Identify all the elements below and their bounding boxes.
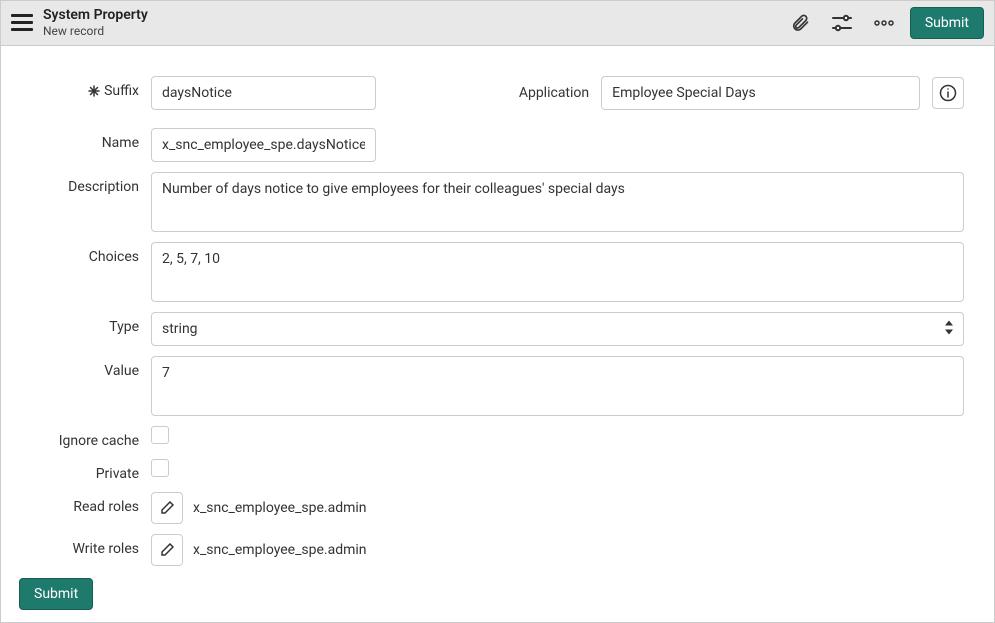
page-title: System Property — [43, 7, 148, 24]
info-icon[interactable] — [932, 77, 964, 109]
edit-read-roles-button[interactable] — [151, 492, 183, 524]
page-header: System Property New record Submit — [1, 1, 994, 46]
value-label: Value — [104, 363, 139, 379]
description-label: Description — [68, 179, 139, 195]
write-roles-label: Write roles — [72, 541, 139, 557]
ignore-cache-checkbox[interactable] — [151, 426, 169, 444]
value-input[interactable]: 7 — [151, 356, 964, 416]
attachment-icon[interactable] — [784, 7, 816, 39]
more-actions-icon[interactable] — [868, 7, 900, 39]
choices-input[interactable]: 2, 5, 7, 10 — [151, 242, 964, 302]
required-icon — [88, 85, 100, 97]
title-block: System Property New record — [43, 7, 148, 38]
submit-button-footer[interactable]: Submit — [19, 578, 93, 610]
description-input[interactable]: Number of days notice to give employees … — [151, 172, 964, 232]
edit-write-roles-button[interactable] — [151, 534, 183, 566]
menu-icon[interactable] — [11, 14, 33, 32]
choices-label: Choices — [89, 249, 139, 265]
type-select[interactable]: string — [151, 312, 964, 346]
private-checkbox[interactable] — [151, 459, 169, 477]
suffix-input[interactable] — [151, 76, 376, 110]
ignore-cache-label: Ignore cache — [59, 433, 139, 449]
suffix-label: Suffix — [104, 83, 139, 99]
read-roles-label: Read roles — [73, 499, 139, 515]
name-label: Name — [102, 135, 139, 151]
private-label: Private — [96, 466, 139, 482]
type-label: Type — [109, 319, 139, 335]
application-label: Application — [519, 85, 589, 101]
write-roles-value: x_snc_employee_spe.admin — [193, 542, 367, 558]
name-field — [151, 128, 376, 162]
footer-bar: Submit — [1, 566, 994, 622]
application-field — [601, 76, 920, 110]
form-body: Suffix Application — [1, 46, 994, 566]
read-roles-value: x_snc_employee_spe.admin — [193, 500, 367, 516]
page-subtitle: New record — [43, 24, 148, 38]
submit-button[interactable]: Submit — [910, 7, 984, 39]
settings-icon[interactable] — [826, 7, 858, 39]
